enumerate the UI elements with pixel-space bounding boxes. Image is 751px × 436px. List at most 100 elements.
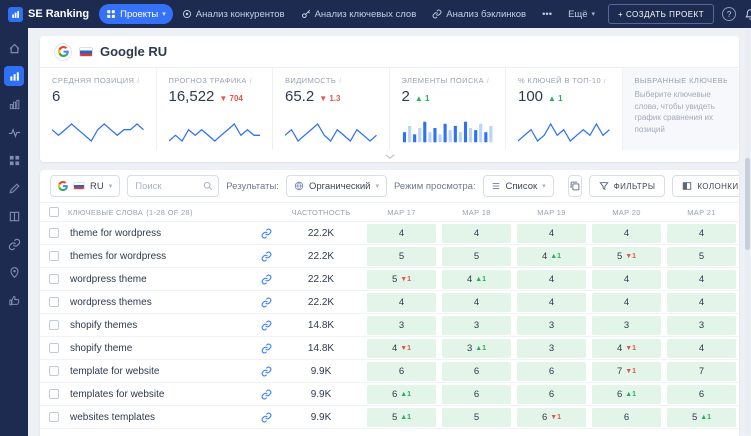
nav-keyword-research[interactable]: Анализ ключевых слов bbox=[294, 4, 424, 24]
position-cell[interactable]: 7 bbox=[664, 361, 739, 381]
columns-button[interactable]: КОЛОНКИ bbox=[672, 175, 739, 197]
keywords-column-header[interactable]: КЛЮЧЕВЫЕ СЛОВА (1-28 OF 28) bbox=[68, 208, 278, 217]
sidebar-reports-icon[interactable] bbox=[4, 206, 24, 226]
position-cell[interactable]: 5 bbox=[439, 246, 514, 266]
position-cell[interactable]: 7 ▼1 bbox=[589, 361, 664, 381]
position-cell[interactable]: 6 ▲1 bbox=[589, 384, 664, 404]
sidebar-audit-icon[interactable] bbox=[4, 150, 24, 170]
row-checkbox[interactable] bbox=[40, 228, 68, 238]
notifications-bell-icon[interactable] bbox=[744, 8, 751, 21]
position-cell[interactable]: 5 ▼1 bbox=[589, 246, 664, 266]
position-cell[interactable]: 4 bbox=[514, 223, 589, 243]
frequency-column-header[interactable]: ЧАСТОТНОСТЬ bbox=[278, 208, 364, 217]
row-checkbox[interactable] bbox=[40, 251, 68, 261]
filters-button[interactable]: ФИЛЬТРЫ bbox=[588, 175, 666, 197]
create-project-button[interactable]: + СОЗДАТЬ ПРОЕКТ bbox=[608, 4, 715, 24]
nav-more[interactable]: Ещё ▾ bbox=[561, 4, 602, 24]
search-engine-select[interactable]: RU ▾ bbox=[50, 175, 121, 197]
sidebar-local-marketing-icon[interactable] bbox=[4, 262, 24, 282]
row-checkbox[interactable] bbox=[40, 274, 68, 284]
position-cell[interactable]: 3 bbox=[364, 315, 439, 335]
sidebar-analytics-icon[interactable] bbox=[4, 94, 24, 114]
position-cell[interactable]: 6 bbox=[439, 384, 514, 404]
help-icon[interactable]: ? bbox=[722, 7, 737, 21]
view-mode-select[interactable]: Список ▾ bbox=[482, 175, 554, 197]
position-cell[interactable]: 4 bbox=[589, 269, 664, 289]
row-checkbox[interactable] bbox=[40, 320, 68, 330]
stat-average-position[interactable]: СРЕДНЯЯ ПОЗИЦИЯ i 6 bbox=[40, 68, 157, 150]
position-cell[interactable]: 6 bbox=[364, 361, 439, 381]
position-cell[interactable]: 4 bbox=[664, 338, 739, 358]
position-cell[interactable]: 4 bbox=[439, 292, 514, 312]
date-column-header[interactable]: МАР 21 bbox=[664, 208, 739, 217]
stat-traffic-forecast[interactable]: ПРОГНОЗ ТРАФИКА i 16,522 ▼ 704 bbox=[157, 68, 273, 150]
position-cell[interactable]: 5 ▲1 bbox=[364, 407, 439, 427]
position-cell[interactable]: 5 bbox=[439, 407, 514, 427]
nav-more-dots[interactable]: ••• bbox=[535, 4, 559, 24]
date-column-header[interactable]: МАР 20 bbox=[589, 208, 664, 217]
row-checkbox[interactable] bbox=[40, 389, 68, 399]
serp-link-icon[interactable] bbox=[254, 251, 278, 262]
date-column-header[interactable]: МАР 18 bbox=[439, 208, 514, 217]
stat-keywords-top10[interactable]: % КЛЮЧЕЙ В ТОП-10 i 100 ▲ 1 bbox=[506, 68, 623, 150]
copy-button[interactable] bbox=[567, 175, 582, 197]
position-cell[interactable]: 6 ▲1 bbox=[364, 384, 439, 404]
position-cell[interactable]: 4 ▼1 bbox=[589, 338, 664, 358]
serp-link-icon[interactable] bbox=[254, 412, 278, 423]
position-cell[interactable]: 4 ▲1 bbox=[514, 246, 589, 266]
position-cell[interactable]: 4 bbox=[364, 223, 439, 243]
position-cell[interactable]: 3 bbox=[514, 315, 589, 335]
position-cell[interactable]: 4 bbox=[589, 223, 664, 243]
row-checkbox[interactable] bbox=[40, 366, 68, 376]
app-logo[interactable]: SE Ranking bbox=[8, 6, 89, 22]
date-column-header[interactable]: МАР 17 bbox=[364, 208, 439, 217]
serp-link-icon[interactable] bbox=[254, 343, 278, 354]
position-cell[interactable]: 3 ▲1 bbox=[439, 338, 514, 358]
serp-link-icon[interactable] bbox=[254, 297, 278, 308]
position-cell[interactable]: 6 bbox=[514, 384, 589, 404]
sidebar-backlinks-icon[interactable] bbox=[4, 234, 24, 254]
keyword-label[interactable]: websites templates bbox=[68, 412, 254, 423]
nav-projects[interactable]: Проекты ▾ bbox=[99, 4, 173, 24]
position-cell[interactable]: 3 bbox=[664, 315, 739, 335]
position-cell[interactable]: 6 ▼1 bbox=[514, 407, 589, 427]
keyword-label[interactable]: templates for website bbox=[68, 389, 254, 400]
date-column-header[interactable]: МАР 19 bbox=[514, 208, 589, 217]
position-cell[interactable]: 4 ▲1 bbox=[439, 269, 514, 289]
keyword-label[interactable]: template for website bbox=[68, 366, 254, 377]
position-cell[interactable]: 5 bbox=[664, 246, 739, 266]
row-checkbox[interactable] bbox=[40, 343, 68, 353]
keyword-label[interactable]: shopify theme bbox=[68, 343, 254, 354]
keyword-label[interactable]: wordpress themes bbox=[68, 297, 254, 308]
position-cell[interactable]: 3 bbox=[514, 338, 589, 358]
keyword-label[interactable]: theme for wordpress bbox=[68, 228, 254, 239]
stat-visibility[interactable]: ВИДИМОСТЬ i 65.2 ▼ 1.3 bbox=[273, 68, 390, 150]
nav-backlink-analysis[interactable]: Анализ бэклинков bbox=[425, 4, 533, 24]
position-cell[interactable]: 5 ▼1 bbox=[364, 269, 439, 289]
collapse-summary-toggle[interactable] bbox=[40, 150, 739, 162]
position-cell[interactable]: 4 bbox=[364, 292, 439, 312]
position-cell[interactable]: 4 bbox=[664, 223, 739, 243]
sidebar-home-icon[interactable] bbox=[4, 38, 24, 58]
nav-competitor-analysis[interactable]: Анализ конкурентов bbox=[175, 4, 292, 24]
serp-link-icon[interactable] bbox=[254, 228, 278, 239]
results-type-select[interactable]: Органический ▾ bbox=[285, 175, 387, 197]
position-cell[interactable]: 4 bbox=[514, 269, 589, 289]
stat-serp-features[interactable]: ЭЛЕМЕНТЫ ПОИСКА i 2 ▲ 1 bbox=[390, 68, 506, 150]
serp-link-icon[interactable] bbox=[254, 320, 278, 331]
sidebar-social-icon[interactable] bbox=[4, 290, 24, 310]
position-cell[interactable]: 6 bbox=[589, 407, 664, 427]
position-cell[interactable]: 6 bbox=[439, 361, 514, 381]
scrollbar[interactable] bbox=[745, 30, 750, 434]
sidebar-rankings-icon[interactable] bbox=[4, 66, 24, 86]
serp-link-icon[interactable] bbox=[254, 366, 278, 377]
position-cell[interactable]: 4 ▼1 bbox=[364, 338, 439, 358]
keyword-label[interactable]: themes for wordpress bbox=[68, 251, 254, 262]
serp-link-icon[interactable] bbox=[254, 274, 278, 285]
position-cell[interactable]: 4 bbox=[664, 292, 739, 312]
sidebar-tools-icon[interactable] bbox=[4, 178, 24, 198]
position-cell[interactable]: 4 bbox=[664, 269, 739, 289]
position-cell[interactable]: 6 bbox=[514, 361, 589, 381]
position-cell[interactable]: 5 ▲1 bbox=[664, 407, 739, 427]
position-cell[interactable]: 3 bbox=[439, 315, 514, 335]
